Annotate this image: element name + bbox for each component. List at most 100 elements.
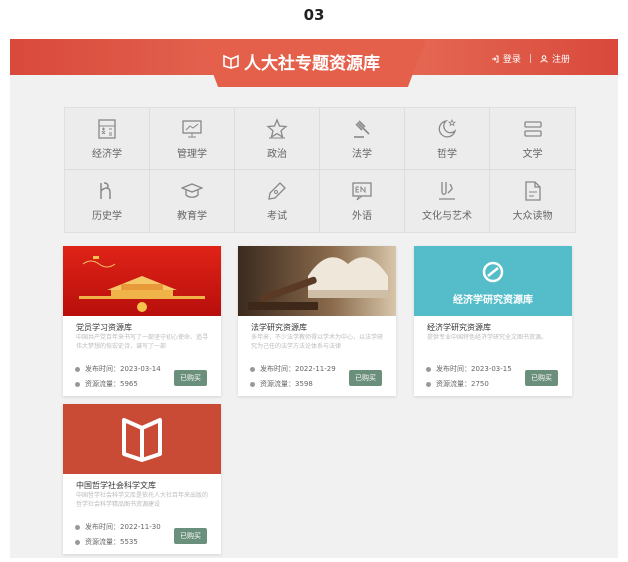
resource-card-party[interactable]: 党员学习资源库 中国共产党百年来书写了一部坚守初心使命、追寻伟大梦想的恢宏史诗，… — [63, 246, 221, 396]
pen-icon — [268, 182, 286, 200]
subject-label: 文化与艺术 — [422, 211, 472, 222]
card-description: 中国哲学社会科学文库是依托人大社百年来出版的哲学社会科学精品图书资源建设 — [76, 492, 209, 508]
bullet-icon — [426, 366, 431, 372]
bullet-icon — [75, 366, 80, 372]
resource-card-social-science[interactable]: 中国哲学社会科学文库 中国哲学社会科学文库是依托人大社百年来出版的哲学社会科学精… — [63, 404, 221, 554]
moon-star-icon — [438, 118, 457, 137]
page-number: 03 — [303, 6, 325, 24]
card-image — [63, 246, 221, 316]
card-image-text: 经济学研究资源库 — [453, 295, 533, 306]
purchased-button[interactable]: 已购买 — [349, 370, 382, 386]
subject-popular-reading[interactable]: 大众读物 — [490, 170, 575, 232]
login-link[interactable]: 登录 — [503, 52, 521, 65]
subject-label: 考试 — [267, 211, 287, 222]
card-flow: 资源流量： 5535 — [75, 537, 138, 547]
card-description: 多年来，不少法学教师得以学术为中心，以法学研究为己任的法学方法论体系与法律 — [251, 334, 384, 350]
bars-icon — [523, 120, 542, 137]
site-title: 人大社专题资源库 — [244, 54, 380, 74]
card-description: 提供专业中国特色经济学研究全文图书资源。 — [427, 334, 548, 341]
subject-culture-art[interactable]: 文化与艺术 — [405, 170, 490, 232]
book-gavel-illustration — [248, 257, 388, 310]
card-date: 发布时间： 2022-11-29 — [250, 364, 336, 374]
flow-label: 资源流量： — [85, 380, 120, 388]
login-icon — [491, 55, 499, 62]
subject-history[interactable]: 历史学 — [65, 170, 150, 232]
subject-law[interactable]: 法学 — [320, 108, 405, 170]
resource-card-economics[interactable]: 经济学研究资源库 经济学研究资源库 提供专业中国特色经济学研究全文图书资源。 发… — [414, 246, 572, 396]
chart-screen-icon — [182, 119, 202, 137]
flow-value: 5535 — [120, 538, 138, 546]
flow-label: 资源流量： — [260, 380, 295, 388]
calculator-icon — [98, 118, 116, 139]
card-image — [63, 404, 221, 474]
auth-separator: | — [528, 53, 532, 64]
date-value: 2022-11-29 — [295, 365, 336, 373]
flow-value: 3598 — [295, 380, 313, 388]
date-label: 发布时间： — [85, 365, 120, 373]
bullet-icon — [250, 381, 255, 387]
card-title: 经济学研究资源库 — [427, 323, 491, 332]
subject-economics[interactable]: 经济学 — [65, 108, 150, 170]
subject-grid: 经济学 管理学 政治 法学 哲学 文学 历史学 教育学 考试 外语 文化与艺术 … — [64, 107, 576, 233]
star-icon — [266, 117, 288, 138]
subject-label: 文学 — [522, 148, 543, 160]
bullet-icon — [75, 524, 80, 530]
en-badge-icon — [352, 182, 372, 201]
card-image — [238, 246, 396, 316]
card-flow: 资源流量： 2750 — [426, 379, 489, 389]
subject-management[interactable]: 管理学 — [150, 108, 235, 170]
subject-label: 大众读物 — [512, 211, 553, 222]
gavel-icon — [354, 119, 370, 138]
flow-value: 5965 — [120, 380, 138, 388]
user-icon — [540, 54, 548, 63]
subject-education[interactable]: 教育学 — [150, 170, 235, 232]
subject-label: 哲学 — [437, 148, 457, 160]
card-flow: 资源流量： 3598 — [250, 379, 313, 389]
subject-label: 经济学 — [92, 148, 122, 160]
card-title: 法学研究资源库 — [251, 323, 307, 332]
date-label: 发布时间： — [436, 365, 471, 373]
purchased-button[interactable]: 已购买 — [174, 370, 207, 386]
subject-label: 政治 — [267, 148, 287, 160]
date-value: 2023-03-15 — [471, 365, 512, 373]
subject-label: 法学 — [352, 148, 372, 160]
resource-card-law[interactable]: 法学研究资源库 多年来，不少法学教师得以学术为中心，以法学研究为己任的法学方法论… — [238, 246, 396, 396]
site-brand[interactable]: 人大社专题资源库 — [222, 49, 380, 74]
bullet-icon — [75, 539, 80, 545]
date-label: 发布时间： — [260, 365, 295, 373]
bullet-icon — [75, 381, 80, 387]
subject-label: 历史学 — [92, 211, 122, 222]
card-title: 中国哲学社会科学文库 — [76, 481, 156, 490]
subject-literature[interactable]: 文学 — [490, 108, 575, 170]
subject-label: 教育学 — [177, 211, 207, 222]
date-value: 2022-11-30 — [120, 523, 161, 531]
card-description: 中国共产党百年来书写了一部坚守初心使命、追寻伟大梦想的恢宏史诗，谱写了一部 — [76, 334, 209, 350]
flow-label: 资源流量： — [436, 380, 471, 388]
subject-label: 外语 — [352, 211, 372, 222]
brand-logo-icon — [223, 54, 239, 69]
subject-philosophy[interactable]: 哲学 — [405, 108, 490, 170]
card-image: 经济学研究资源库 — [414, 246, 572, 316]
date-value: 2023-03-14 — [120, 365, 161, 373]
purchased-button[interactable]: 已购买 — [525, 370, 558, 386]
register-link[interactable]: 注册 — [552, 52, 570, 65]
letter-h-icon — [100, 182, 111, 199]
subject-foreign-language[interactable]: 外语 — [320, 170, 405, 232]
card-date: 发布时间： 2022-11-30 — [75, 522, 161, 532]
card-date: 发布时间： 2023-03-14 — [75, 364, 161, 374]
flow-value: 2750 — [471, 380, 489, 388]
document-icon — [524, 181, 541, 201]
card-title: 党员学习资源库 — [76, 323, 132, 332]
graduation-cap-icon — [181, 183, 203, 198]
flow-label: 资源流量： — [85, 538, 120, 546]
purchased-button[interactable]: 已购买 — [174, 528, 207, 544]
subject-label: 管理学 — [177, 148, 207, 160]
subject-politics[interactable]: 政治 — [235, 108, 320, 170]
brand-logo-icon — [122, 418, 162, 462]
auth-links: 登录 | 注册 — [491, 52, 570, 65]
subject-exam[interactable]: 考试 — [235, 170, 320, 232]
card-date: 发布时间： 2023-03-15 — [426, 364, 512, 374]
brush-icon — [439, 182, 455, 200]
date-label: 发布时间： — [85, 523, 120, 531]
tiananmen-illustration — [79, 256, 205, 312]
